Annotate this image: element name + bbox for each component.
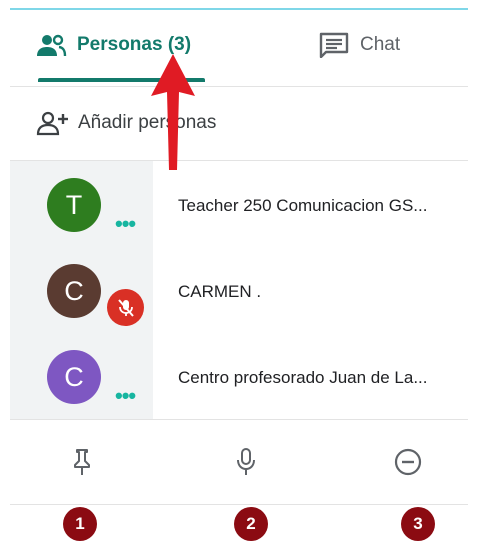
add-person-icon <box>36 111 68 136</box>
avatar: C <box>47 264 101 318</box>
remove-participant-button[interactable] <box>390 444 426 480</box>
tab-bar: Personas (3) Chat <box>10 10 468 87</box>
avatar: C <box>47 350 101 404</box>
participant-actions <box>10 420 468 505</box>
step-badge: 3 <box>401 507 435 541</box>
participant-name: Teacher 250 Comunicacion GS... <box>178 196 428 215</box>
add-people-row: Añadir personas <box>10 86 468 161</box>
tab-chat[interactable]: Chat <box>318 28 400 62</box>
participant-row[interactable]: T ••• Teacher 250 Comunicacion GS... <box>10 161 468 247</box>
annotation-arrow-icon <box>151 54 195 170</box>
mic-icon <box>237 448 255 475</box>
step-badge: 2 <box>234 507 268 541</box>
people-icon <box>37 34 67 57</box>
remove-icon <box>394 448 422 476</box>
participant-list: T ••• Teacher 250 Comunicacion GS... C C… <box>10 161 468 419</box>
chat-icon <box>319 32 349 58</box>
step-badge: 1 <box>63 507 97 541</box>
avatar: T <box>47 178 101 232</box>
participant-row[interactable]: C CARMEN . <box>10 247 468 333</box>
mute-participant-button[interactable] <box>228 444 264 480</box>
participant-name: CARMEN . <box>178 282 262 301</box>
speaking-dots-icon: ••• <box>115 211 136 236</box>
pin-button[interactable] <box>64 444 100 480</box>
participant-row[interactable]: C ••• Centro profesorado Juan de La... <box>10 333 468 419</box>
participant-name: Centro profesorado Juan de La... <box>178 368 428 387</box>
pin-icon <box>74 449 90 475</box>
tab-chat-label: Chat <box>360 34 401 55</box>
mic-muted-icon <box>107 289 144 326</box>
speaking-dots-icon: ••• <box>115 383 136 408</box>
